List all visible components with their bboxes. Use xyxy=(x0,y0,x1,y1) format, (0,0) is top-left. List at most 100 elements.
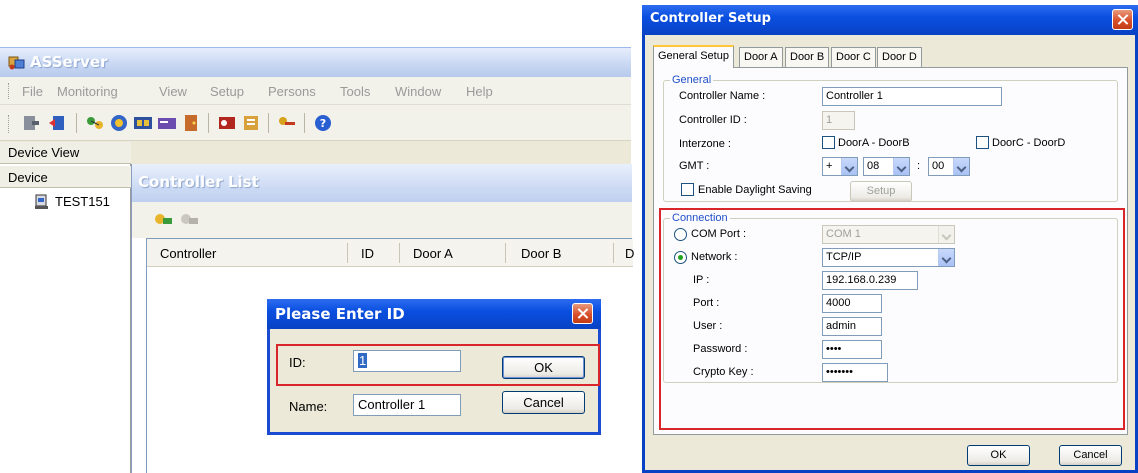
close-icon[interactable] xyxy=(572,303,593,324)
tab-door-b[interactable]: Door B xyxy=(785,47,830,67)
menu-tools[interactable]: Tools xyxy=(340,84,370,99)
column-door-b[interactable]: Door B xyxy=(521,246,561,261)
device-view-panel: Device View Device TEST151 xyxy=(0,142,131,473)
setup-cancel-button[interactable]: Cancel xyxy=(1059,445,1122,466)
column-id[interactable]: ID xyxy=(361,246,374,261)
add-controller-icon[interactable] xyxy=(152,210,174,230)
help-icon[interactable]: ? xyxy=(312,113,334,133)
enter-id-body: ID: 1 OK Name: Controller 1 Cancel xyxy=(270,329,600,432)
id-input[interactable]: 1 xyxy=(353,350,461,372)
network-radio[interactable] xyxy=(674,251,687,264)
menu-file[interactable]: File xyxy=(22,84,43,99)
connect-icon[interactable] xyxy=(84,113,106,133)
logout-icon[interactable] xyxy=(46,113,68,133)
id-label: ID: xyxy=(289,355,306,370)
monitoring-icon[interactable] xyxy=(108,113,130,133)
device-tree-item-label: TEST151 xyxy=(55,194,110,209)
column-separator[interactable] xyxy=(399,243,400,263)
card-icon[interactable] xyxy=(156,113,178,133)
network-value: TCP/IP xyxy=(826,251,862,263)
menu-window[interactable]: Window xyxy=(395,84,441,99)
com-port-value: COM 1 xyxy=(826,228,861,240)
enter-id-title: Please Enter ID xyxy=(275,305,405,323)
chevron-down-icon[interactable] xyxy=(841,158,857,175)
report-icon[interactable] xyxy=(240,113,262,133)
crypto-key-input[interactable]: ••••••• xyxy=(822,363,888,382)
port-value: 4000 xyxy=(826,297,851,309)
device-column-header[interactable]: Device xyxy=(0,166,131,188)
port-label: Port : xyxy=(693,297,720,309)
controller-id-label: Controller ID : xyxy=(679,114,747,126)
person-icon[interactable] xyxy=(216,113,238,133)
controller-list-title-bar[interactable]: Controller List xyxy=(132,164,632,202)
controller-name-input[interactable]: Controller 1 xyxy=(822,87,1002,106)
name-input[interactable]: Controller 1 xyxy=(353,394,461,416)
daylight-saving-checkbox[interactable] xyxy=(681,183,694,196)
exit-icon[interactable] xyxy=(20,113,42,133)
toolbar-separator xyxy=(304,113,305,133)
tab-door-a[interactable]: Door A xyxy=(739,47,783,67)
setup-ok-button[interactable]: OK xyxy=(967,445,1030,466)
asserver-toolbar: ? xyxy=(0,105,631,141)
controller-name-label: Controller Name : xyxy=(679,90,766,102)
com-port-radio[interactable] xyxy=(674,228,687,241)
interzone-cd-checkbox[interactable] xyxy=(976,136,989,149)
user-label: User : xyxy=(693,320,723,332)
id-input-value: 1 xyxy=(358,353,368,368)
device-view-header: Device View xyxy=(0,142,131,164)
door-icon[interactable] xyxy=(180,113,202,133)
column-separator[interactable] xyxy=(347,243,348,263)
controller-grid-header: Controller ID Door A Door B D xyxy=(147,239,634,267)
password-input[interactable]: •••• xyxy=(822,340,882,359)
tab-general-setup[interactable]: General Setup xyxy=(653,45,734,68)
crypto-key-value: ••••••• xyxy=(826,366,853,378)
menu-setup[interactable]: Setup xyxy=(210,84,244,99)
chevron-down-icon[interactable] xyxy=(953,158,969,175)
ip-input[interactable]: 192.168.0.239 xyxy=(822,271,918,290)
column-door-a[interactable]: Door A xyxy=(413,246,453,261)
toolbar-grip[interactable] xyxy=(8,115,11,133)
tab-door-c[interactable]: Door C xyxy=(831,47,876,67)
daylight-setup-button[interactable]: Setup xyxy=(850,181,912,202)
column-separator[interactable] xyxy=(505,243,506,263)
chevron-down-icon xyxy=(938,226,954,243)
menu-monitoring[interactable]: Monitoring xyxy=(57,84,118,99)
port-input[interactable]: 4000 xyxy=(822,294,882,313)
gmt-minutes-select[interactable]: 00 xyxy=(928,157,970,176)
controller-setup-window: Controller Setup General Setup Door A Do… xyxy=(642,5,1138,473)
name-label: Name: xyxy=(289,399,328,414)
asserver-app-icon xyxy=(8,56,25,70)
column-door-c-partial[interactable]: D xyxy=(625,246,634,261)
gmt-hours-select[interactable]: 08 xyxy=(863,157,910,176)
ip-value: 192.168.0.239 xyxy=(826,274,897,286)
controller-icon[interactable] xyxy=(132,113,154,133)
user-input[interactable]: admin xyxy=(822,317,882,336)
device-server-icon xyxy=(35,194,48,209)
interzone-ab-checkbox[interactable] xyxy=(822,136,835,149)
menu-grip[interactable] xyxy=(8,83,11,99)
toolbar-separator xyxy=(76,113,77,133)
user-value: admin xyxy=(826,320,856,332)
gmt-colon: : xyxy=(917,160,921,172)
chevron-down-icon[interactable] xyxy=(893,158,909,175)
remove-controller-icon[interactable] xyxy=(178,210,200,230)
column-separator[interactable] xyxy=(613,243,614,263)
menu-view[interactable]: View xyxy=(159,84,187,99)
controller-id-value: 1 xyxy=(826,114,833,126)
ip-label: IP : xyxy=(693,274,710,286)
network-label: Network : xyxy=(691,251,738,263)
close-icon[interactable] xyxy=(1112,9,1133,30)
network-select[interactable]: TCP/IP xyxy=(822,248,955,267)
menu-persons[interactable]: Persons xyxy=(268,84,316,99)
cancel-button[interactable]: Cancel xyxy=(502,391,585,414)
ok-button[interactable]: OK xyxy=(502,356,585,379)
key-icon[interactable] xyxy=(276,113,298,133)
column-controller[interactable]: Controller xyxy=(160,246,216,261)
asserver-title-bar[interactable]: ASServer xyxy=(0,48,631,77)
gmt-sign-select[interactable]: + xyxy=(822,157,858,176)
tab-door-d[interactable]: Door D xyxy=(877,47,922,67)
enter-id-title-bar[interactable]: Please Enter ID xyxy=(267,299,601,329)
chevron-down-icon[interactable] xyxy=(938,249,954,266)
controller-setup-title-bar[interactable]: Controller Setup xyxy=(642,5,1138,35)
menu-help[interactable]: Help xyxy=(466,84,493,99)
